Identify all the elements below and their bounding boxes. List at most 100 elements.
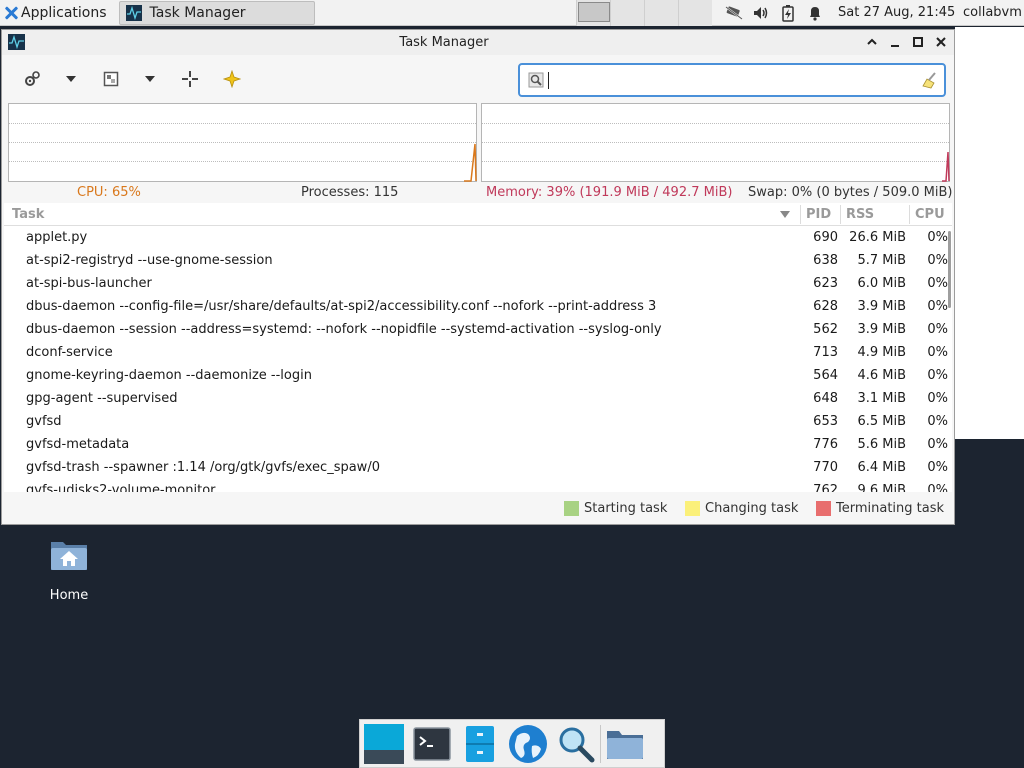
process-cpu-cell: 0% <box>927 253 948 268</box>
sort-descending-icon <box>780 211 790 218</box>
cpu-usage-label: CPU: 65% <box>77 185 141 200</box>
table-row[interactable]: at-spi-bus-launcher 623 6.0 MiB 0% <box>4 272 948 295</box>
process-cpu-cell: 0% <box>927 414 948 429</box>
show-desktop-button[interactable] <box>360 720 408 768</box>
table-row[interactable]: gvfsd-metadata 776 5.6 MiB 0% <box>4 433 948 456</box>
process-task-cell: applet.py <box>26 230 88 245</box>
clock[interactable]: Sat 27 Aug, 21:45 <box>838 5 955 20</box>
process-rss-cell: 3.1 MiB <box>857 391 906 406</box>
process-task-cell: gnome-keyring-daemon --daemonize --login <box>26 368 312 383</box>
workspace-2[interactable] <box>610 0 644 26</box>
process-rss-cell: 3.9 MiB <box>857 299 906 314</box>
cpu-graph-line <box>464 143 477 182</box>
taskbar-button-task-manager[interactable]: Task Manager <box>118 0 315 25</box>
column-header-task[interactable]: Task <box>12 207 44 222</box>
table-row[interactable]: gvfsd-trash --spawner :1.14 /org/gtk/gvf… <box>4 456 948 479</box>
top-panel: Applications Task Manager Sat 27 Aug, 21… <box>0 0 1024 26</box>
workspace-4[interactable] <box>678 0 712 26</box>
search-field[interactable] <box>518 63 946 97</box>
chevron-down-icon <box>66 76 76 82</box>
identify-window-button[interactable] <box>176 66 204 92</box>
chevron-up-icon <box>867 38 877 45</box>
folder-button[interactable] <box>601 720 649 768</box>
column-header-pid[interactable]: PID <box>806 207 831 222</box>
terminal-button[interactable] <box>408 720 456 768</box>
terminating-swatch <box>816 500 831 516</box>
process-rss-cell: 5.6 MiB <box>857 437 906 452</box>
cpu-graph <box>8 103 477 182</box>
volume-icon[interactable] <box>749 0 773 26</box>
about-button[interactable] <box>218 66 246 92</box>
starting-swatch <box>564 500 579 516</box>
legend-terminating: Terminating task <box>816 499 944 517</box>
show-desktop-icon <box>364 723 404 764</box>
table-row[interactable]: dbus-daemon --config-file=/usr/share/def… <box>4 295 948 318</box>
column-header-cpu[interactable]: CPU <box>915 207 945 222</box>
workspace-1[interactable] <box>576 0 610 26</box>
memory-graph-line <box>942 151 950 182</box>
app-finder-icon <box>559 727 595 762</box>
applications-menu[interactable]: Applications <box>0 0 113 26</box>
process-task-cell: at-spi-bus-launcher <box>26 276 152 291</box>
background-window-edge <box>955 27 1024 439</box>
settings-button[interactable] <box>18 66 46 92</box>
shade-button[interactable] <box>864 34 880 50</box>
process-rss-cell: 9.6 MiB <box>857 483 906 492</box>
file-manager-button[interactable] <box>456 720 504 768</box>
search-input[interactable] <box>552 69 912 91</box>
settings-dropdown-button[interactable] <box>57 66 85 92</box>
terminal-icon <box>413 726 451 761</box>
table-row[interactable]: dbus-daemon --session --address=systemd:… <box>4 318 948 341</box>
view-button[interactable] <box>97 66 125 92</box>
column-header-rss[interactable]: RSS <box>846 207 874 222</box>
chevron-down-icon <box>145 76 155 82</box>
window-title: Task Manager <box>399 35 489 50</box>
scrollbar-thumb[interactable] <box>948 231 951 308</box>
process-cpu-cell: 0% <box>927 483 948 492</box>
table-row[interactable]: applet.py 690 26.6 MiB 0% <box>4 226 948 249</box>
search-icon <box>528 72 544 88</box>
table-row[interactable]: gpg-agent --supervised 648 3.1 MiB 0% <box>4 387 948 410</box>
process-task-cell: dconf-service <box>26 345 113 360</box>
maximize-button[interactable] <box>910 34 926 50</box>
minimize-icon <box>891 45 899 47</box>
close-button[interactable] <box>933 34 949 50</box>
process-rss-cell: 6.0 MiB <box>857 276 906 291</box>
process-list[interactable]: Task PID RSS CPU applet.py 690 26.6 MiB 0% a… <box>4 203 952 492</box>
window-titlebar[interactable]: Task Manager <box>2 30 954 55</box>
notification-bell-icon[interactable] <box>803 0 827 26</box>
clear-icon <box>922 72 936 89</box>
process-rows: applet.py 690 26.6 MiB 0% at-spi2-registryd … <box>4 226 948 492</box>
user-menu[interactable]: collabvm <box>963 5 1022 20</box>
workspace-3[interactable] <box>644 0 678 26</box>
table-row[interactable]: gvfs-udisks2-volume-monitor 762 9.6 MiB 0% <box>4 479 948 492</box>
workspace-switcher <box>576 0 712 26</box>
process-cpu-cell: 0% <box>927 368 948 383</box>
legend-starting-label: Starting task <box>584 500 668 516</box>
taskbar-button-label: Task Manager <box>149 4 246 21</box>
table-row[interactable]: at-spi2-registryd --use-gnome-session 638… <box>4 249 948 272</box>
text-cursor <box>548 72 549 89</box>
memory-graph <box>481 103 950 182</box>
table-row[interactable]: gvfsd 653 6.5 MiB 0% <box>4 410 948 433</box>
process-task-cell: at-spi2-registryd --use-gnome-session <box>26 253 273 268</box>
xfce-logo-icon <box>4 6 18 20</box>
legend-changing-label: Changing task <box>705 500 799 516</box>
process-task-cell: gpg-agent --supervised <box>26 391 178 406</box>
network-icon[interactable] <box>722 0 746 26</box>
minimize-button[interactable] <box>887 34 903 50</box>
legend-terminating-label: Terminating task <box>836 500 945 516</box>
legend-changing: Changing task <box>685 499 798 517</box>
desktop-icon-label: Home <box>49 588 89 603</box>
table-row[interactable]: gnome-keyring-daemon --daemonize --login… <box>4 364 948 387</box>
web-browser-button[interactable] <box>504 720 552 768</box>
desktop-icon-home[interactable]: Home <box>36 536 102 603</box>
view-dropdown-button[interactable] <box>136 66 164 92</box>
folder-icon <box>607 730 643 759</box>
app-finder-button[interactable] <box>552 720 600 768</box>
process-task-cell: gvfsd-metadata <box>26 437 130 452</box>
table-row[interactable]: dconf-service 713 4.9 MiB 0% <box>4 341 948 364</box>
battery-icon[interactable] <box>776 0 800 26</box>
process-rss-cell: 3.9 MiB <box>857 322 906 337</box>
process-cpu-cell: 0% <box>927 391 948 406</box>
